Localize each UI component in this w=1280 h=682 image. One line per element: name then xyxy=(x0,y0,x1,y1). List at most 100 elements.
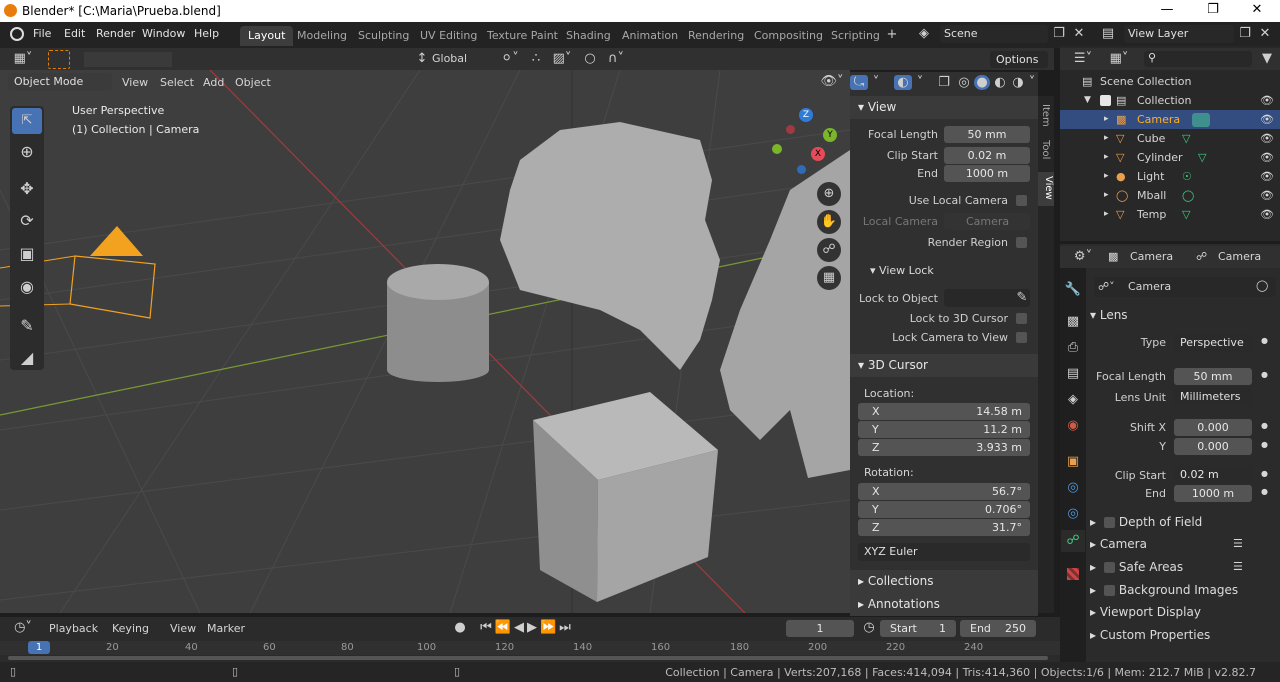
outliner-row-cylinder[interactable]: ▸ ▽ Cylinder ▽ 👁 xyxy=(1060,148,1280,167)
outliner-editor-icon[interactable]: ☰˅ xyxy=(1068,51,1098,66)
rendered-shading-icon[interactable]: ◑ xyxy=(1010,75,1026,90)
view-layer-icon[interactable]: ▤ xyxy=(1096,26,1120,41)
maximize-button[interactable]: ❐ xyxy=(1190,0,1236,22)
viewport-menu-object[interactable]: Object xyxy=(235,76,271,89)
texture-tab-icon[interactable] xyxy=(1067,568,1079,580)
timeline-menu-marker[interactable]: Marker xyxy=(207,622,245,635)
list-menu-icon[interactable]: ☰ xyxy=(1233,560,1243,573)
end-frame-field[interactable]: End 250 xyxy=(960,620,1036,637)
display-mode-icon[interactable]: ▦˅ xyxy=(1104,51,1134,66)
metaball-data-icon[interactable]: ◯ xyxy=(1182,186,1194,205)
tab-item[interactable]: Item xyxy=(1040,104,1051,127)
viewport-menu-select[interactable]: Select xyxy=(160,76,194,89)
annotate-tool-icon[interactable]: ✎ xyxy=(12,314,42,338)
snap-icon[interactable]: ∴ xyxy=(526,51,546,66)
gizmo-neg-z[interactable] xyxy=(797,165,806,174)
local-camera-field[interactable]: Camera xyxy=(944,213,1030,230)
animate-dot-icon[interactable]: ● xyxy=(1261,370,1268,379)
clip-start-field-editing[interactable]: 0.02 m xyxy=(1174,466,1252,483)
render-region-checkbox[interactable] xyxy=(1016,237,1027,248)
eye-icon[interactable]: 👁 xyxy=(1260,129,1274,148)
tab-sculpting[interactable]: Sculpting xyxy=(350,26,417,46)
mode-dropdown[interactable]: Object Mode xyxy=(8,73,112,91)
object-tab-icon[interactable]: ▣ xyxy=(1064,454,1082,469)
solid-shading-icon[interactable]: ● xyxy=(974,75,990,90)
gizmo-neg-x[interactable] xyxy=(786,125,795,134)
viewport-menu-view[interactable]: View xyxy=(122,76,148,89)
cursor-location-z[interactable]: Z 3.933 m xyxy=(858,439,1030,456)
filter-icon[interactable]: ▼ xyxy=(1256,51,1278,66)
outliner-row-camera[interactable]: ▸ ▩ Camera 👁 xyxy=(1060,110,1280,129)
playback-controls[interactable]: ⏮⏪◀▶⏩⏭ xyxy=(474,620,580,635)
shift-y-field[interactable]: 0.000 xyxy=(1174,438,1252,455)
delete-scene-icon[interactable]: ✕ xyxy=(1070,26,1088,41)
clock-icon[interactable]: ◷ xyxy=(860,620,878,635)
expand-arrow-icon[interactable]: ▸ xyxy=(1104,148,1109,167)
properties-editor-icon[interactable]: ⚙˅ xyxy=(1068,249,1098,264)
outliner-row-scene-collection[interactable]: ▤ Scene Collection xyxy=(1060,72,1280,91)
playhead[interactable]: 1 xyxy=(28,641,50,654)
timeline-menu-playback[interactable]: Playback xyxy=(49,622,98,635)
context-object-label[interactable]: Camera xyxy=(1130,250,1173,263)
mesh-data-icon[interactable]: ▽ xyxy=(1182,205,1190,224)
safe-areas-checkbox[interactable] xyxy=(1103,562,1115,573)
menu-file[interactable]: File xyxy=(33,27,51,40)
outliner-row-mball[interactable]: ▸ ◯ Mball ◯ 👁 xyxy=(1060,186,1280,205)
select-box-icon[interactable]: ⇱ xyxy=(12,108,42,134)
shift-x-field[interactable]: 0.000 xyxy=(1174,419,1252,436)
annotations-panel-header[interactable]: ▸ Annotations xyxy=(850,593,1038,616)
tab-layout[interactable]: Layout xyxy=(240,26,294,46)
select-tool-icon[interactable] xyxy=(48,50,70,69)
outliner-row-collection[interactable]: ▼ ▤ Collection 👁 xyxy=(1060,91,1280,110)
outliner-row-light[interactable]: ▸ ● Light ☉ 👁 xyxy=(1060,167,1280,186)
eye-icon[interactable]: 👁 xyxy=(1260,148,1274,167)
render-tab-icon[interactable]: ▩ xyxy=(1064,314,1082,329)
collections-panel-header[interactable]: ▸ Collections xyxy=(850,570,1038,593)
lock-cursor-checkbox[interactable] xyxy=(1016,313,1027,324)
material-shading-icon[interactable]: ◐ xyxy=(992,75,1008,90)
wireframe-shading-icon[interactable]: ◎ xyxy=(956,75,972,90)
cursor-location-y[interactable]: Y 11.2 m xyxy=(858,421,1030,438)
context-data-label[interactable]: Camera xyxy=(1218,250,1261,263)
cursor-tool-icon[interactable]: ⊕ xyxy=(12,140,42,164)
view-layer-tab-icon[interactable]: ▤ xyxy=(1064,366,1082,381)
zoom-icon[interactable]: ⊕ xyxy=(817,182,841,206)
expand-arrow-icon[interactable]: ▸ xyxy=(1104,110,1109,129)
close-button[interactable]: ✕ xyxy=(1234,0,1280,22)
pan-hand-icon[interactable]: ✋ xyxy=(817,210,841,234)
eye-icon[interactable]: 👁 xyxy=(1260,186,1274,205)
timeline-scrollbar[interactable] xyxy=(8,656,1048,660)
tab-animation[interactable]: Animation xyxy=(614,26,686,46)
tab-modeling[interactable]: Modeling xyxy=(289,26,355,46)
cursor-rotation-y[interactable]: Y 0.706° xyxy=(858,501,1030,518)
cursor-location-x[interactable]: X 14.58 m xyxy=(858,403,1030,420)
expand-arrow-icon[interactable]: ▸ xyxy=(1104,167,1109,186)
tab-uv-editing[interactable]: UV Editing xyxy=(412,26,485,46)
timeline-editor-icon[interactable]: ◷˅ xyxy=(8,620,38,635)
tab-compositing[interactable]: Compositing xyxy=(746,26,831,46)
eyedropper-icon[interactable]: ✎ xyxy=(1014,290,1030,305)
animate-dot-icon[interactable]: ● xyxy=(1261,487,1268,496)
menu-render[interactable]: Render xyxy=(96,27,135,40)
dof-checkbox[interactable] xyxy=(1103,517,1115,528)
expand-arrow-icon[interactable]: ▸ xyxy=(1104,186,1109,205)
measure-tool-icon[interactable]: ◢ xyxy=(12,346,42,370)
focal-length-field[interactable]: 50 mm xyxy=(944,126,1030,143)
bg-images-checkbox[interactable] xyxy=(1103,585,1115,596)
tab-tool[interactable]: Tool xyxy=(1040,140,1051,159)
minimize-button[interactable]: — xyxy=(1144,0,1190,22)
use-local-camera-checkbox[interactable] xyxy=(1016,195,1027,206)
lock-camera-checkbox[interactable] xyxy=(1016,332,1027,343)
selection-mode-icons[interactable] xyxy=(84,52,172,67)
gizmo-x-axis[interactable]: X xyxy=(811,147,825,161)
mesh-data-icon[interactable]: ▽ xyxy=(1198,148,1206,167)
proportional-edit-icon[interactable]: ○ xyxy=(582,51,598,66)
gizmo-toggle-icon[interactable]: ⤿ xyxy=(850,75,868,90)
camera-frame[interactable] xyxy=(69,255,156,319)
bg-images-panel-header[interactable]: ▸ Background Images xyxy=(1090,579,1238,601)
world-tab-icon[interactable]: ◉ xyxy=(1064,418,1082,433)
frame-ruler[interactable]: 1 20 40 60 80 100 120 140 160 180 200 22… xyxy=(0,641,1060,655)
eye-icon[interactable]: 👁 xyxy=(1260,205,1274,224)
lens-panel-header[interactable]: ▾ Lens xyxy=(1090,304,1128,326)
view-panel-header[interactable]: ▾ View xyxy=(850,96,1038,119)
